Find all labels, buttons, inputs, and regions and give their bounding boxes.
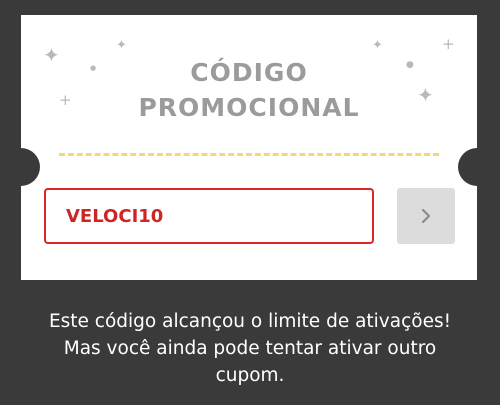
promo-code-input[interactable] [44, 188, 374, 244]
coupon-card: ✦ ✦ ● + ✦ + ● ✦ CÓDIGO PROMOCIONAL [2, 15, 496, 280]
error-message: Este código alcançou o limite de ativaçõ… [0, 308, 500, 389]
submit-code-button[interactable] [397, 188, 455, 244]
promo-title-line1: CÓDIGO [190, 58, 308, 87]
chevron-right-icon [421, 208, 431, 224]
sparkle-icon: ✦ [116, 38, 127, 53]
error-message-line2: Mas você ainda pode tentar ativar outro [63, 338, 437, 359]
sparkle-icon: ✦ [372, 38, 383, 53]
ticket-divider [59, 153, 439, 156]
promo-title-line2: PROMOCIONAL [138, 93, 360, 122]
ticket-notch-left [2, 148, 40, 186]
ticket-notch-right [458, 148, 496, 186]
error-message-line3: cupom. [215, 365, 285, 386]
plus-icon: + [442, 35, 455, 53]
error-message-line1: Este código alcançou o limite de ativaçõ… [48, 311, 452, 332]
